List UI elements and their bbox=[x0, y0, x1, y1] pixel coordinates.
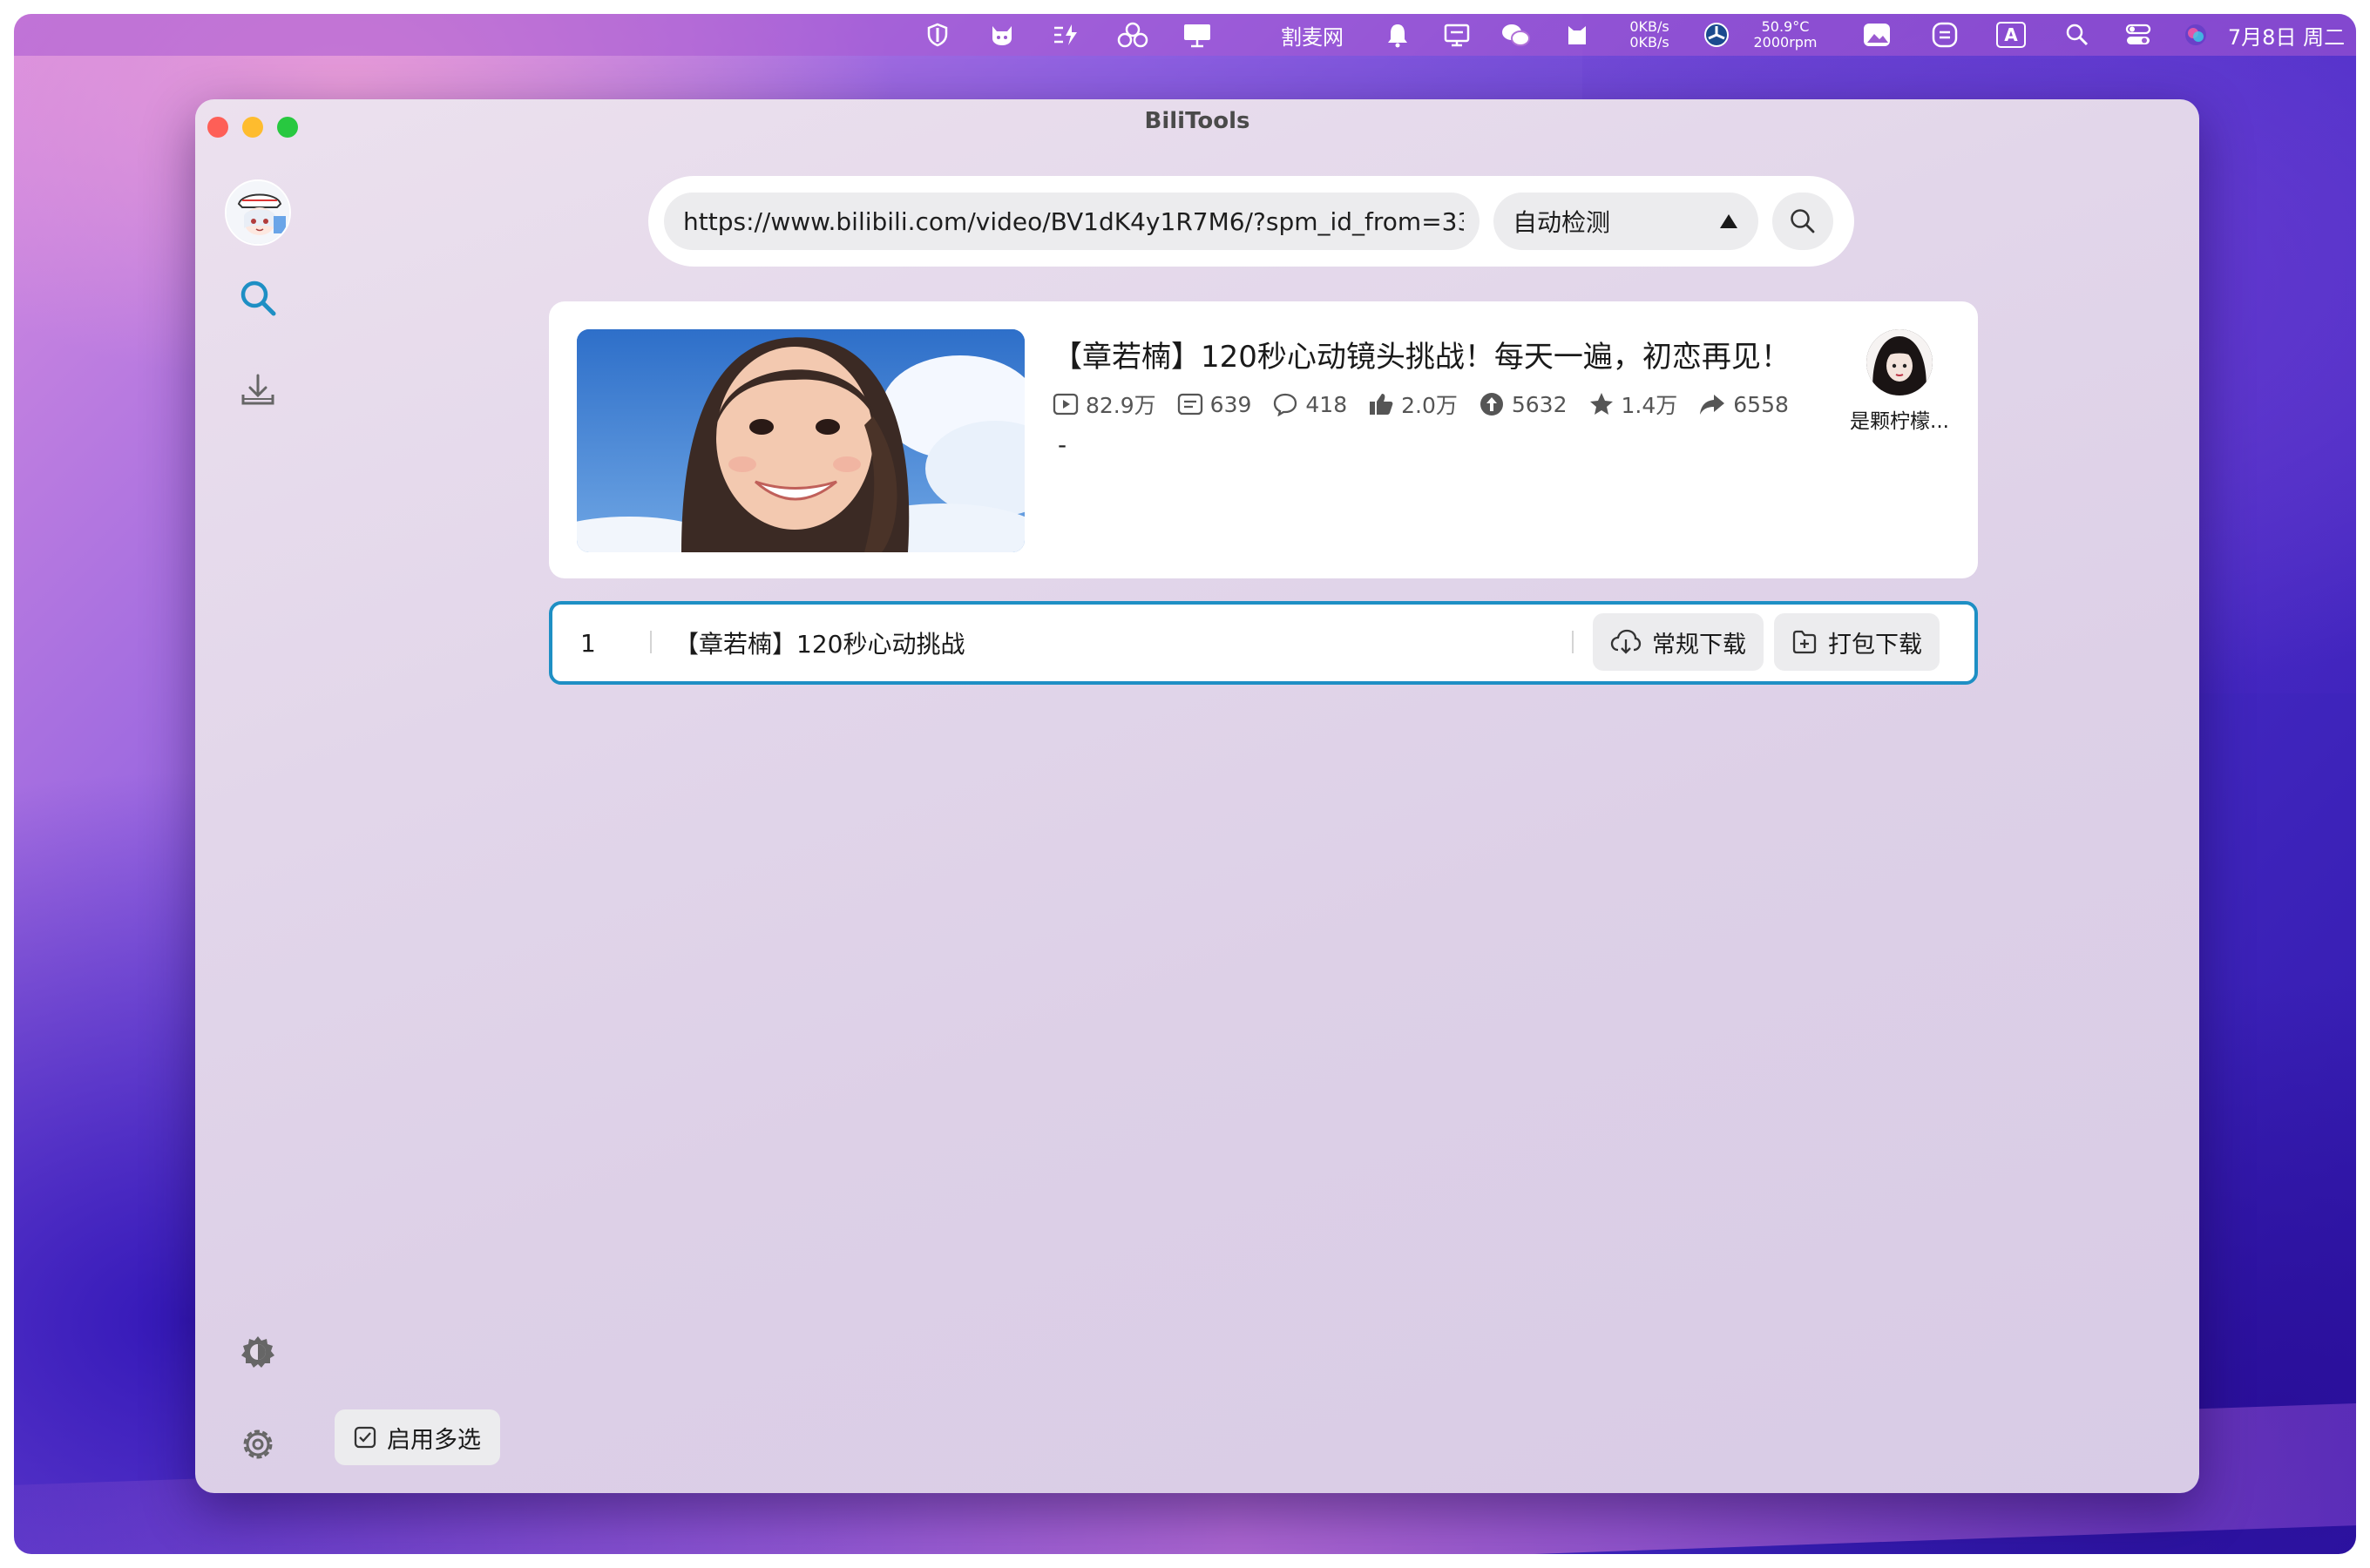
uploader-avatar[interactable] bbox=[1866, 329, 1933, 395]
star-icon bbox=[1589, 393, 1613, 415]
stat-danmaku: 639 bbox=[1177, 392, 1251, 417]
network-speed[interactable]: 0KB/s 0KB/s bbox=[1619, 14, 1680, 56]
search-button[interactable] bbox=[1772, 193, 1833, 250]
cluster-icon[interactable] bbox=[1114, 14, 1152, 56]
share-icon bbox=[1700, 395, 1725, 415]
siri-icon[interactable] bbox=[2178, 14, 2213, 56]
sync-icon[interactable] bbox=[1927, 14, 1962, 56]
episode-index: 1 bbox=[580, 628, 596, 658]
monitor-icon[interactable] bbox=[1439, 14, 1474, 56]
wechat-icon[interactable] bbox=[1497, 14, 1535, 56]
caret-up-icon bbox=[1720, 214, 1737, 228]
multi-select-toggle[interactable]: 启用多选 bbox=[335, 1409, 500, 1465]
stat-shares: 6558 bbox=[1698, 392, 1789, 417]
episode-title: 【章若楠】120秒心动挑战 bbox=[674, 630, 965, 659]
search-bar: 自动检测 bbox=[648, 176, 1854, 267]
download-nav-icon[interactable] bbox=[225, 357, 291, 423]
danmaku-icon bbox=[1177, 393, 1202, 416]
coin-icon bbox=[1480, 393, 1503, 416]
search-icon bbox=[1791, 209, 1815, 233]
spotlight-search-icon[interactable] bbox=[2060, 14, 2095, 56]
control-center-icon[interactable] bbox=[2119, 14, 2157, 56]
episode-row[interactable]: 1 【章若楠】120秒心动挑战 常规下载 打包下载 bbox=[549, 601, 1978, 685]
system-stats[interactable]: 50.9°C 2000rpm bbox=[1737, 14, 1833, 56]
fan-icon[interactable] bbox=[1699, 14, 1734, 56]
shield-icon[interactable] bbox=[920, 14, 955, 56]
pack-download-button[interactable]: 打包下载 bbox=[1774, 613, 1940, 671]
video-info-card: 【章若楠】120秒心动镜头挑战！每天一遍，初恋再见！ 82.9万 639 418… bbox=[549, 301, 1978, 578]
stat-favorites: 1.4万 bbox=[1588, 389, 1677, 420]
speed-icon[interactable] bbox=[1049, 14, 1084, 56]
package-icon bbox=[1792, 630, 1817, 654]
app-window: BiliTools https://www.bilibili.com/video… bbox=[195, 99, 2199, 1493]
divider bbox=[650, 631, 652, 653]
parse-mode-value: 自动检测 bbox=[1513, 208, 1611, 237]
settings-gear-icon[interactable] bbox=[225, 1411, 291, 1477]
comment-icon bbox=[1274, 393, 1297, 416]
stat-views: 82.9万 bbox=[1053, 389, 1156, 420]
video-stats: 82.9万 639 418 2.0万 5632 1.4万 6558 bbox=[1053, 387, 1810, 422]
normal-download-button[interactable]: 常规下载 bbox=[1593, 613, 1764, 671]
stat-coins: 5632 bbox=[1479, 391, 1568, 417]
url-input[interactable] bbox=[664, 193, 1480, 250]
cloud-download-icon bbox=[1610, 629, 1642, 654]
desktop: 割麦网 0KB/s 0KB/s 50.9°C 2000rpm A 7月8日 周二… bbox=[14, 14, 2356, 1554]
video-description: - bbox=[1058, 430, 1067, 459]
thumbs-up-icon bbox=[1370, 394, 1393, 415]
video-thumbnail[interactable] bbox=[577, 329, 1025, 552]
user-avatar[interactable] bbox=[225, 179, 291, 246]
stat-likes: 2.0万 bbox=[1368, 389, 1458, 420]
uploader-name[interactable]: 是颗柠檬... bbox=[1821, 404, 1978, 434]
finder-cat-icon[interactable] bbox=[1560, 14, 1595, 56]
photo-icon[interactable] bbox=[1858, 14, 1896, 56]
display-icon[interactable] bbox=[1178, 14, 1216, 56]
stat-comments: 418 bbox=[1272, 392, 1347, 417]
parse-mode-select[interactable]: 自动检测 bbox=[1493, 193, 1758, 250]
cat-icon[interactable] bbox=[985, 14, 1019, 56]
play-icon bbox=[1053, 393, 1079, 416]
checkbox-icon bbox=[354, 1426, 376, 1449]
window-title: BiliTools bbox=[1144, 108, 1250, 134]
clock[interactable]: 7月8日 周二 bbox=[2217, 14, 2356, 56]
theme-toggle-icon[interactable] bbox=[225, 1319, 291, 1385]
menu-bar: 割麦网 0KB/s 0KB/s 50.9°C 2000rpm A 7月8日 周二 bbox=[14, 14, 2356, 56]
bell-icon[interactable] bbox=[1380, 14, 1415, 56]
search-nav-icon[interactable] bbox=[225, 265, 291, 331]
video-title: 【章若楠】120秒心动镜头挑战！每天一遍，初恋再见！ bbox=[1053, 340, 1791, 375]
input-method-indicator[interactable]: A bbox=[1992, 14, 2030, 56]
site-label[interactable]: 割麦网 bbox=[1269, 14, 1356, 56]
divider bbox=[1572, 631, 1574, 653]
